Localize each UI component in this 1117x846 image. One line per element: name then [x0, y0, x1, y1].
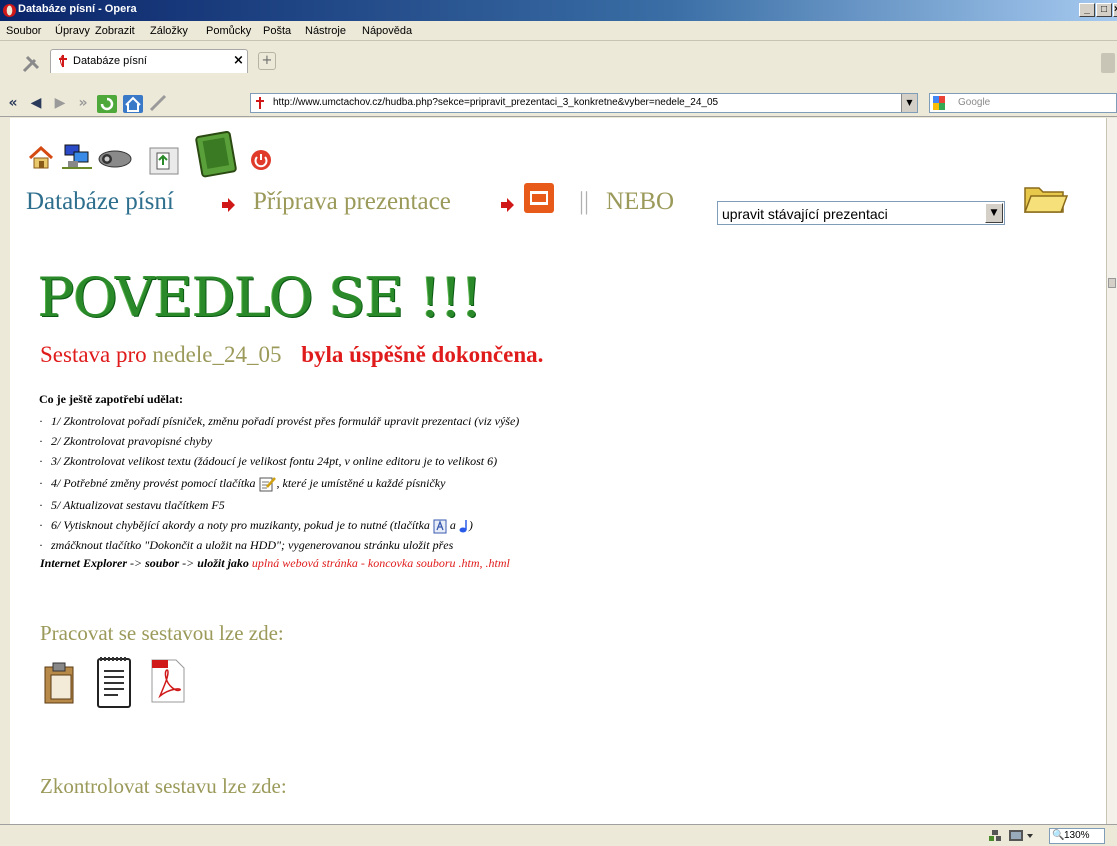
tab-label: Databáze písní [73, 55, 147, 67]
scrollbar-thumb[interactable] [1108, 278, 1116, 288]
network-status-icon[interactable] [988, 829, 1002, 842]
breadcrumb-separator: || [579, 188, 590, 215]
menu-soubor[interactable]: Soubor [6, 25, 41, 37]
music-note-icon [459, 519, 467, 533]
menu-zobrazit[interactable]: Zobrazit [95, 25, 135, 37]
menu-nastroje[interactable]: Nástroje [305, 25, 346, 37]
google-logo-icon [933, 96, 945, 110]
book-icon[interactable] [195, 130, 239, 178]
list-item: · 3/ Zkontrolovat velikost textu (žádoucí… [39, 454, 498, 468]
presentation-select[interactable]: upravit stávající prezentaci ▼ [717, 201, 1005, 225]
save-instructions: Internet Explorer -> soubor -> uložit ja… [40, 556, 510, 570]
todo-heading: Co je ještě zapotřebí udělat: [39, 392, 183, 406]
status-bar: 🔍 130% [0, 824, 1117, 846]
list-item: · 4/ Potřebné změny provést pomocí tlačít… [39, 476, 445, 492]
minimize-button[interactable]: _ [1079, 3, 1095, 17]
pdf-icon[interactable] [150, 658, 186, 704]
result-suffix: byla úspěšně dokončena. [301, 342, 544, 367]
menu-upravy[interactable]: Úpravy [55, 25, 90, 37]
zoom-control[interactable]: 🔍 130% [1049, 828, 1105, 844]
chevron-down-icon[interactable]: ▼ [985, 203, 1003, 223]
list-item: · 6/ Vytisknout chybějící akordy a noty p… [39, 518, 473, 534]
menu-bar: Soubor Úpravy Zobrazit Záložky Pomůcky P… [0, 21, 1117, 41]
maximize-button[interactable]: □ [1096, 3, 1112, 17]
reload-icon[interactable] [96, 94, 118, 114]
breadcrumb-databaze-pisni[interactable]: Databáze písní [26, 188, 174, 216]
tab-bar: Databáze písní × + [0, 41, 1117, 90]
left-gutter [0, 118, 10, 824]
breadcrumb-nebo: NEBO [606, 188, 675, 215]
fast-forward-icon[interactable]: » [73, 94, 93, 112]
menu-zalozky[interactable]: Záložky [150, 25, 188, 37]
clipboard-icon[interactable] [43, 661, 77, 705]
magnifier-icon: 🔍 [1052, 830, 1065, 841]
tab-close-button[interactable]: × [233, 53, 244, 68]
browser-window: Databáze písní - Opera _ □ × Soubor Úpra… [0, 0, 1117, 846]
list-item: · 2/ Zkontrolovat pravopisné chyby [39, 434, 213, 448]
home-icon[interactable] [28, 146, 54, 170]
list-item: · 1/ Zkontrolovat pořadí písniček, změnu … [39, 414, 520, 428]
zoom-level: 130% [1064, 830, 1090, 841]
close-button[interactable]: × [1113, 3, 1117, 17]
navigation-bar: « ◀ ▶ » http://www.umctachov.cz/hudba.ph… [0, 90, 1117, 117]
search-placeholder: Google [958, 97, 991, 108]
result-prefix: Sestava pro [40, 342, 147, 367]
back-icon[interactable]: ◀ [26, 94, 46, 112]
menu-pomucky[interactable]: Pomůcky [206, 25, 251, 37]
opera-logo-icon [3, 4, 16, 17]
success-heading: POVEDLO SE !!! [38, 266, 482, 329]
page-content: Databáze písní Příprava prezentace || NE… [10, 118, 1106, 824]
power-icon[interactable] [250, 149, 272, 171]
presentation-icon[interactable] [522, 181, 556, 215]
arrow-right-icon [222, 198, 235, 212]
text-document-icon[interactable] [96, 655, 132, 709]
search-field[interactable]: Google [929, 93, 1117, 113]
export-page-icon[interactable] [149, 147, 179, 175]
open-folder-icon[interactable] [1023, 180, 1069, 216]
title-bar: Databáze písní - Opera _ □ × [0, 0, 1117, 21]
list-item: · 5/ Aktualizovat sestavu tlačítkem F5 [39, 498, 225, 512]
address-url[interactable]: http://www.umctachov.cz/hudba.php?sekce=… [273, 97, 718, 108]
window-title: Databáze písní - Opera [18, 3, 137, 15]
breadcrumb-priprava-prezentace: Příprava prezentace [253, 188, 451, 215]
cross-favicon-icon [59, 54, 67, 68]
menu-napoveda[interactable]: Nápověda [362, 25, 412, 37]
home-icon[interactable] [122, 94, 144, 114]
edit-pen-icon[interactable] [148, 94, 170, 112]
cross-favicon-icon [256, 97, 264, 109]
chord-icon [433, 519, 447, 534]
vertical-scrollbar[interactable] [1106, 118, 1117, 824]
section-heading-check: Zkontrolovat sestavu lze zde: [40, 774, 287, 798]
select-value: upravit stávající prezentaci [722, 206, 888, 222]
new-tab-button[interactable]: + [258, 52, 276, 70]
result-line: Sestava pro nedele_24_05 byla úspěšně do… [40, 342, 543, 368]
address-field[interactable]: http://www.umctachov.cz/hudba.php?sekce=… [250, 93, 918, 113]
edit-note-icon [259, 477, 276, 492]
arrow-right-icon [501, 198, 514, 212]
list-item: · zmáčknout tlačítko "Dokončit a uložit n… [39, 538, 454, 552]
projector-icon[interactable] [97, 147, 133, 169]
rewind-icon[interactable]: « [3, 94, 23, 112]
tools-icon[interactable] [21, 54, 41, 74]
tab-databaze-pisni[interactable]: Databáze písní × [50, 49, 248, 73]
result-set-name: nedele_24_05 [152, 342, 282, 367]
view-mode-icon[interactable] [1008, 829, 1034, 842]
menu-posta[interactable]: Pošta [263, 25, 291, 37]
trash-icon[interactable] [1101, 53, 1115, 73]
section-heading-work: Pracovat se sestavou lze zde: [40, 621, 284, 645]
address-dropdown-icon[interactable]: ▼ [901, 94, 917, 112]
forward-icon[interactable]: ▶ [50, 94, 70, 112]
network-computer-icon[interactable] [62, 143, 92, 171]
